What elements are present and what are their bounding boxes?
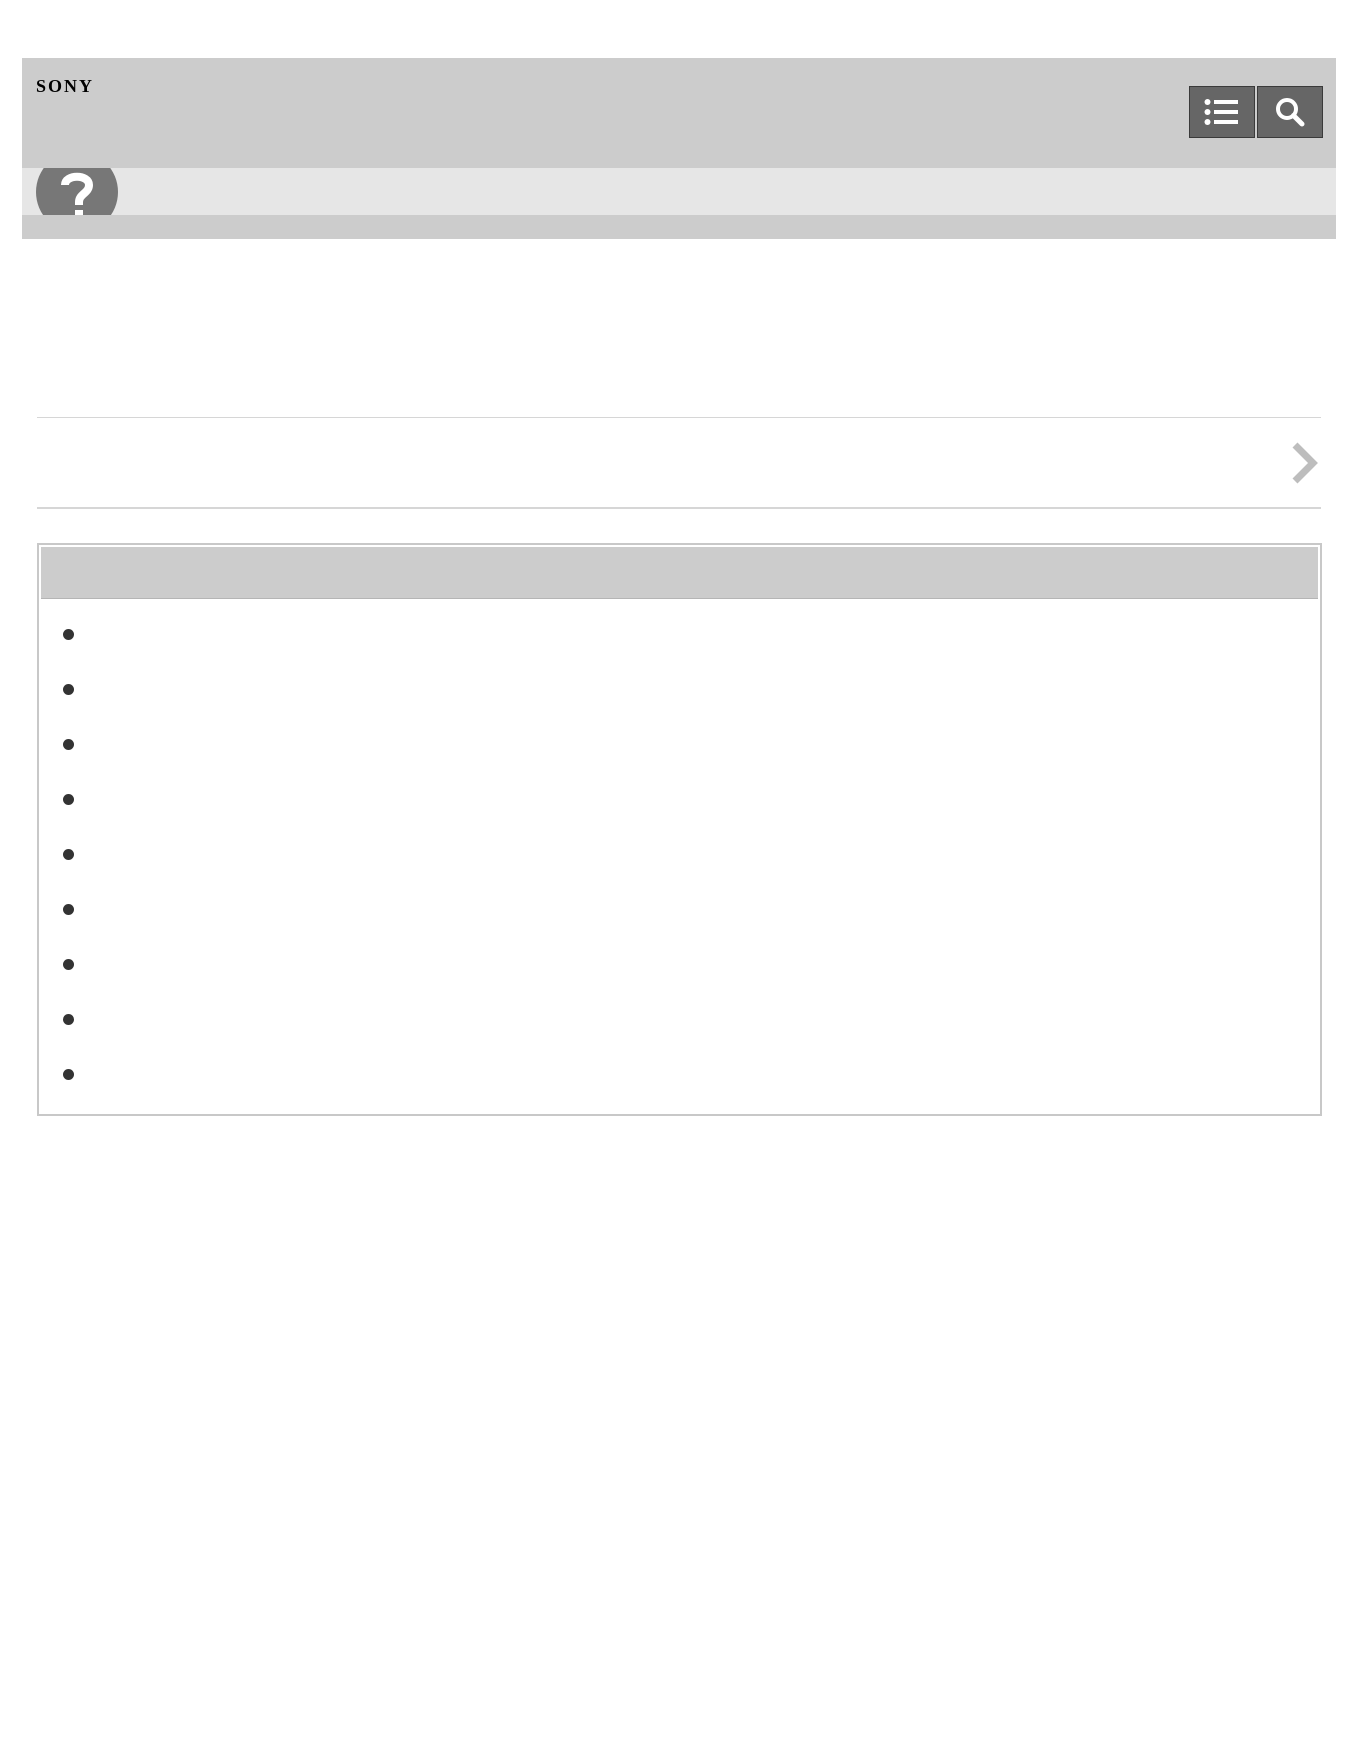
sony-logo: SONY (36, 76, 95, 96)
bullet (63, 1069, 74, 1080)
bullet (63, 959, 74, 970)
bullet (63, 1014, 74, 1025)
list-item[interactable] (39, 930, 1320, 985)
list-item[interactable] (39, 655, 1320, 710)
chevron-right-icon (1292, 442, 1318, 484)
table-of-contents-button[interactable] (1189, 86, 1255, 138)
list-item[interactable] (39, 985, 1320, 1040)
header-bottom-strip (22, 215, 1336, 239)
list-item[interactable] (39, 600, 1320, 655)
help-guide-band (22, 168, 1336, 215)
bullet (63, 794, 74, 805)
bullet (63, 904, 74, 915)
related-topics-list (39, 600, 1320, 1095)
top-header-band: SONY (22, 58, 1336, 168)
header-toolbar (1189, 86, 1323, 138)
list-item[interactable] (39, 710, 1320, 765)
question-mark-icon (36, 168, 118, 215)
related-topics-panel (37, 543, 1322, 1116)
bullet (63, 739, 74, 750)
list-item[interactable] (39, 765, 1320, 820)
list-item[interactable] (39, 820, 1320, 875)
bullet (63, 849, 74, 860)
panel-header (41, 547, 1318, 599)
list-icon (1204, 99, 1238, 125)
search-button[interactable] (1257, 86, 1323, 138)
search-icon (1276, 98, 1305, 127)
list-item[interactable] (39, 1040, 1320, 1095)
list-item[interactable] (39, 875, 1320, 930)
bullet (63, 684, 74, 695)
bullet (63, 629, 74, 640)
next-page-link[interactable] (37, 417, 1321, 509)
